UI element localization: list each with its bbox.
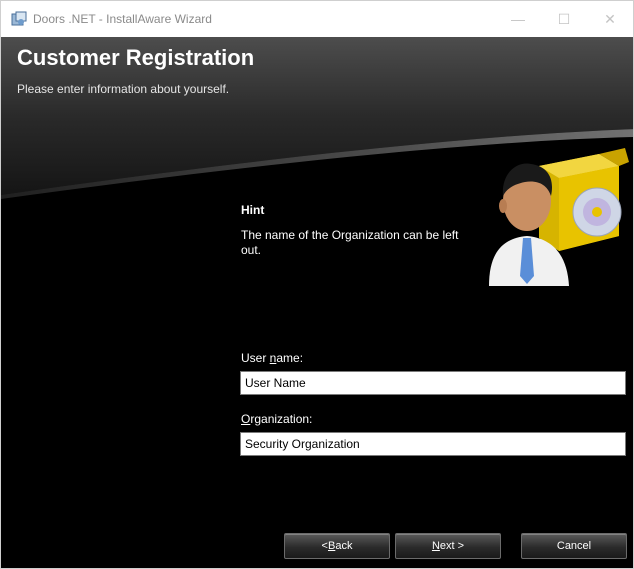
hint-heading: Hint: [241, 203, 265, 217]
minimize-button[interactable]: —: [495, 1, 541, 37]
page-subtitle: Please enter information about yourself.: [17, 82, 230, 96]
installer-app-icon: [11, 11, 27, 27]
page-title: Customer Registration: [17, 45, 255, 70]
organization-input[interactable]: [240, 432, 626, 456]
user-with-box-illustration: [479, 146, 629, 286]
back-button[interactable]: < Back: [284, 533, 390, 559]
back-button-suffix: ack: [335, 540, 353, 552]
window-title: Doors .NET - InstallAware Wizard: [33, 12, 212, 26]
close-button[interactable]: ✕: [587, 1, 633, 37]
organization-label-accelerator: O: [241, 412, 251, 426]
username-input[interactable]: [240, 371, 626, 395]
username-label-prefix: User: [241, 351, 270, 365]
installer-window: Doors .NET - InstallAware Wizard — ☐ ✕ C…: [0, 0, 634, 569]
next-button-suffix: ext >: [439, 540, 465, 552]
next-button[interactable]: Next >: [395, 533, 501, 559]
title-bar[interactable]: Doors .NET - InstallAware Wizard — ☐ ✕: [1, 1, 633, 37]
next-button-accelerator: N: [431, 540, 440, 552]
username-label-suffix: ame:: [276, 351, 304, 365]
organization-label-suffix: rganization:: [250, 412, 313, 426]
username-label: User name:: [241, 351, 303, 365]
hint-text: The name of the Organization can be left…: [241, 228, 459, 257]
maximize-button[interactable]: ☐: [541, 1, 587, 37]
cancel-button[interactable]: Cancel: [521, 533, 627, 559]
organization-label: Organization:: [241, 412, 312, 426]
back-button-accelerator: B: [327, 540, 336, 552]
